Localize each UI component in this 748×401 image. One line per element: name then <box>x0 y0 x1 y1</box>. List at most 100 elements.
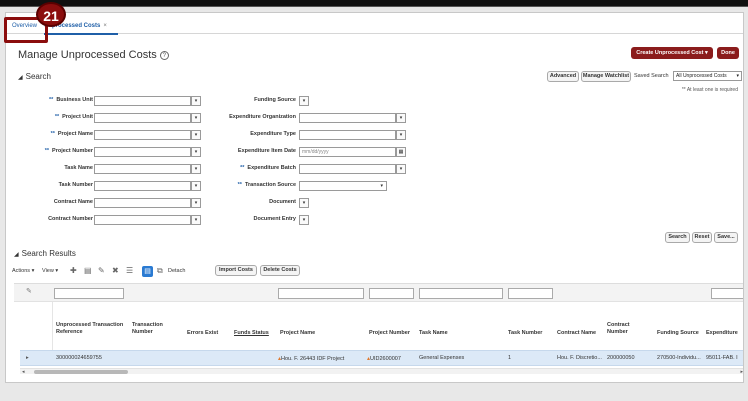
project-unit-dropdown-icon[interactable]: ▾ <box>191 113 201 123</box>
reset-button[interactable]: Reset <box>692 232 712 243</box>
filter-task-number[interactable] <box>508 288 553 299</box>
table-row[interactable]: ▸ 300000024659755 ▴Hou. F. 26443 IDF Pro… <box>20 350 743 366</box>
task-name-input[interactable] <box>94 164 191 174</box>
funding-source-dropdown[interactable]: ▾ <box>299 96 309 106</box>
edit-icon[interactable]: ✎ <box>98 266 105 275</box>
col-task-name[interactable]: Task Name <box>419 330 448 337</box>
project-name-label: ** Project Name <box>26 131 93 137</box>
expenditure-batch-text: Expenditure Batch <box>247 165 296 171</box>
transaction-source-select[interactable]: ▾ <box>299 181 387 191</box>
col-contract-number[interactable]: Contract Number <box>607 322 639 336</box>
save-button[interactable]: Save... <box>714 232 738 243</box>
filter-task-name[interactable] <box>419 288 503 299</box>
search-section-title: Search <box>25 72 51 81</box>
calendar-icon[interactable]: ▦ <box>396 147 406 157</box>
document-label: Document <box>269 199 296 205</box>
horizontal-scrollbar[interactable]: ◂ ▸ <box>20 368 743 375</box>
required-marker: ** <box>44 148 50 154</box>
expenditure-item-date-label: Expenditure Item Date <box>237 148 296 154</box>
document-entry-label: Document Entry <box>253 216 296 222</box>
col-transaction-number[interactable]: Transaction Number <box>132 322 172 336</box>
project-unit-input[interactable] <box>94 113 191 123</box>
task-number-input[interactable] <box>94 181 191 191</box>
manage-watchlist-button[interactable]: Manage Watchlist <box>581 71 631 82</box>
filter-expenditure[interactable] <box>711 288 743 299</box>
expenditure-type-input[interactable] <box>299 130 396 140</box>
search-section-header[interactable]: ◢ Search <box>18 72 51 81</box>
add-icon[interactable]: ✚ <box>70 266 77 275</box>
contract-name-input[interactable] <box>94 198 191 208</box>
detach-button[interactable]: Detach <box>168 265 185 277</box>
page-title: Manage Unprocessed Costs? <box>18 49 169 61</box>
search-results-header[interactable]: ◢ Search Results <box>14 249 76 258</box>
detach-icon[interactable]: ⧉ <box>157 266 163 276</box>
delete-icon[interactable]: ✖ <box>112 266 119 275</box>
expenditure-batch-dropdown-icon[interactable]: ▾ <box>396 164 406 174</box>
view-menu[interactable]: View ▾ <box>42 265 58 277</box>
window-top-bar <box>0 0 748 7</box>
create-button-label: Create Unprocessed Cost <box>636 50 704 56</box>
delete-costs-button[interactable]: Delete Costs <box>260 265 300 276</box>
help-icon[interactable]: ? <box>159 51 169 60</box>
scroll-thumb[interactable] <box>34 370 128 374</box>
project-unit-label: ** Project Unit <box>26 114 93 120</box>
project-number-dropdown-icon[interactable]: ▾ <box>191 147 201 157</box>
col-errors-exist[interactable]: Errors Exist <box>187 330 218 337</box>
task-name-dropdown-icon[interactable]: ▾ <box>191 164 201 174</box>
required-marker: ** <box>49 97 54 103</box>
expenditure-organization-dropdown-icon[interactable]: ▾ <box>396 113 406 123</box>
row-expand-icon[interactable]: ▸ <box>26 355 29 361</box>
document-dropdown[interactable]: ▾ <box>299 198 309 208</box>
project-number-label: ** Project Number <box>26 148 93 154</box>
expenditure-organization-input[interactable] <box>299 113 396 123</box>
create-unprocessed-cost-button[interactable]: Create Unprocessed Cost ▾ <box>631 47 713 59</box>
filter-reference[interactable] <box>54 288 124 299</box>
filter-project-name[interactable] <box>278 288 364 299</box>
expenditure-organization-label: Expenditure Organization <box>229 114 296 120</box>
contract-number-dropdown-icon[interactable]: ▾ <box>191 215 201 225</box>
filter-row: ✎ <box>14 284 743 302</box>
project-name-input[interactable] <box>94 130 191 140</box>
page-title-text: Manage Unprocessed Costs <box>18 49 157 61</box>
search-button[interactable]: Search <box>665 232 690 243</box>
business-unit-dropdown-icon[interactable]: ▾ <box>191 96 201 106</box>
scroll-right-icon[interactable]: ▸ <box>740 369 743 375</box>
contract-name-label: Contract Name <box>53 199 93 205</box>
saved-search-value: All Unprocessed Costs <box>676 73 727 79</box>
expenditure-type-dropdown-icon[interactable]: ▾ <box>396 130 406 140</box>
scroll-left-icon[interactable]: ◂ <box>22 369 25 375</box>
col-funding-source[interactable]: Funding Source <box>657 330 699 337</box>
actions-menu[interactable]: Actions ▾ <box>12 265 34 277</box>
freeze-columns-icon[interactable]: ▤ <box>142 266 153 277</box>
task-number-dropdown-icon[interactable]: ▾ <box>191 181 201 191</box>
col-expenditure[interactable]: Expenditure <box>706 330 738 337</box>
clear-filter-icon[interactable]: ✎ <box>26 287 32 295</box>
list-icon[interactable]: ☰ <box>126 266 133 275</box>
tab-bar: Overview Unprocessed Costs × <box>6 20 743 35</box>
saved-search-select[interactable]: All Unprocessed Costs ▾ <box>673 71 742 81</box>
col-funds-status[interactable]: Funds Status <box>234 330 269 337</box>
expenditure-item-date-input[interactable]: mm/dd/yyyy <box>299 147 396 157</box>
import-costs-button[interactable]: Import Costs <box>215 265 257 276</box>
close-tab-icon[interactable]: × <box>103 23 107 29</box>
col-task-number[interactable]: Task Number <box>508 330 542 337</box>
contract-number-input[interactable] <box>94 215 191 225</box>
contract-name-dropdown-icon[interactable]: ▾ <box>191 198 201 208</box>
expenditure-type-label: Expenditure Type <box>250 131 296 137</box>
chevron-down-icon: ▾ <box>736 73 739 79</box>
col-contract-name[interactable]: Contract Name <box>557 330 596 337</box>
done-button[interactable]: Done <box>717 47 739 59</box>
business-unit-input[interactable] <box>94 96 191 106</box>
table-icon[interactable]: ▤ <box>84 266 92 275</box>
filter-project-number[interactable] <box>369 288 414 299</box>
col-unprocessed-transaction-reference[interactable]: Unprocessed Transaction Reference <box>56 322 128 336</box>
task-name-label: Task Name <box>64 165 93 171</box>
document-entry-dropdown[interactable]: ▾ <box>299 215 309 225</box>
project-number-input[interactable] <box>94 147 191 157</box>
expenditure-batch-input[interactable] <box>299 164 396 174</box>
advanced-button[interactable]: Advanced <box>547 71 579 82</box>
required-marker: ** <box>240 165 245 171</box>
col-project-number[interactable]: Project Number <box>369 330 410 337</box>
col-project-name[interactable]: Project Name <box>280 330 315 337</box>
project-name-dropdown-icon[interactable]: ▾ <box>191 130 201 140</box>
